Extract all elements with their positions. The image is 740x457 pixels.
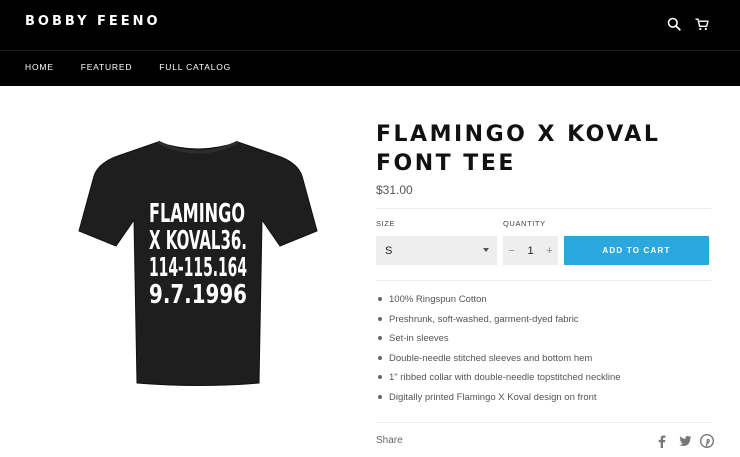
shirt-print-line-3: 114-115.164 xyxy=(149,253,247,283)
product-features: 100% Ringspun Cotton Preshrunk, soft-was… xyxy=(376,293,621,410)
nav-item-home[interactable]: HOME xyxy=(25,62,54,72)
shirt-print-line-4: 9.7.1996 xyxy=(149,280,247,310)
list-item: Set-in sleeves xyxy=(376,332,621,352)
quantity-label: QUANTITY xyxy=(503,219,546,228)
price-divider xyxy=(376,208,711,209)
product-title: FLAMINGO X KOVAL FONT TEE xyxy=(376,122,661,176)
add-to-cart-button[interactable]: ADD TO CART xyxy=(564,236,709,265)
quantity-decrease-button[interactable]: − xyxy=(503,245,520,257)
list-item: 100% Ringspun Cotton xyxy=(376,293,621,313)
twitter-icon[interactable] xyxy=(678,434,692,448)
chevron-down-icon xyxy=(483,248,489,252)
size-label: SIZE xyxy=(376,219,396,228)
form-divider xyxy=(376,280,711,281)
quantity-increase-button[interactable]: + xyxy=(541,245,558,257)
share-divider xyxy=(376,422,711,423)
store-logo[interactable]: BOBBY FEENO xyxy=(25,14,161,29)
list-item: 1" ribbed collar with double-needle tops… xyxy=(376,371,621,391)
nav-item-full-catalog[interactable]: FULL CATALOG xyxy=(159,62,231,72)
nav-item-featured[interactable]: FEATURED xyxy=(81,62,133,72)
list-item: Double-needle stitched sleeves and botto… xyxy=(376,352,621,372)
shirt-print-line-2: X KOVAL36. xyxy=(149,226,247,256)
site-header: BOBBY FEENO HOME FEATURED FULL CATALOG xyxy=(0,0,740,86)
search-icon[interactable] xyxy=(664,14,684,34)
quantity-input[interactable]: 1 xyxy=(520,245,541,257)
cart-icon[interactable] xyxy=(692,14,712,34)
product-image[interactable]: FLAMINGO X KOVAL36. 114-115.164 9.7.1996 xyxy=(76,136,320,388)
shirt-print-line-1: FLAMINGO xyxy=(149,199,245,229)
product-price: $31.00 xyxy=(376,183,413,197)
list-item: Preshrunk, soft-washed, garment-dyed fab… xyxy=(376,313,621,333)
quantity-stepper[interactable]: − 1 + xyxy=(503,236,558,265)
pinterest-icon[interactable] xyxy=(699,433,715,449)
main-nav: HOME FEATURED FULL CATALOG xyxy=(25,62,258,72)
header-divider xyxy=(0,50,740,51)
size-select[interactable]: S xyxy=(376,236,497,265)
share-label: Share xyxy=(376,435,403,446)
size-select-value: S xyxy=(385,244,393,257)
list-item: Digitally printed Flamingo X Koval desig… xyxy=(376,391,621,411)
facebook-icon[interactable] xyxy=(655,434,669,448)
